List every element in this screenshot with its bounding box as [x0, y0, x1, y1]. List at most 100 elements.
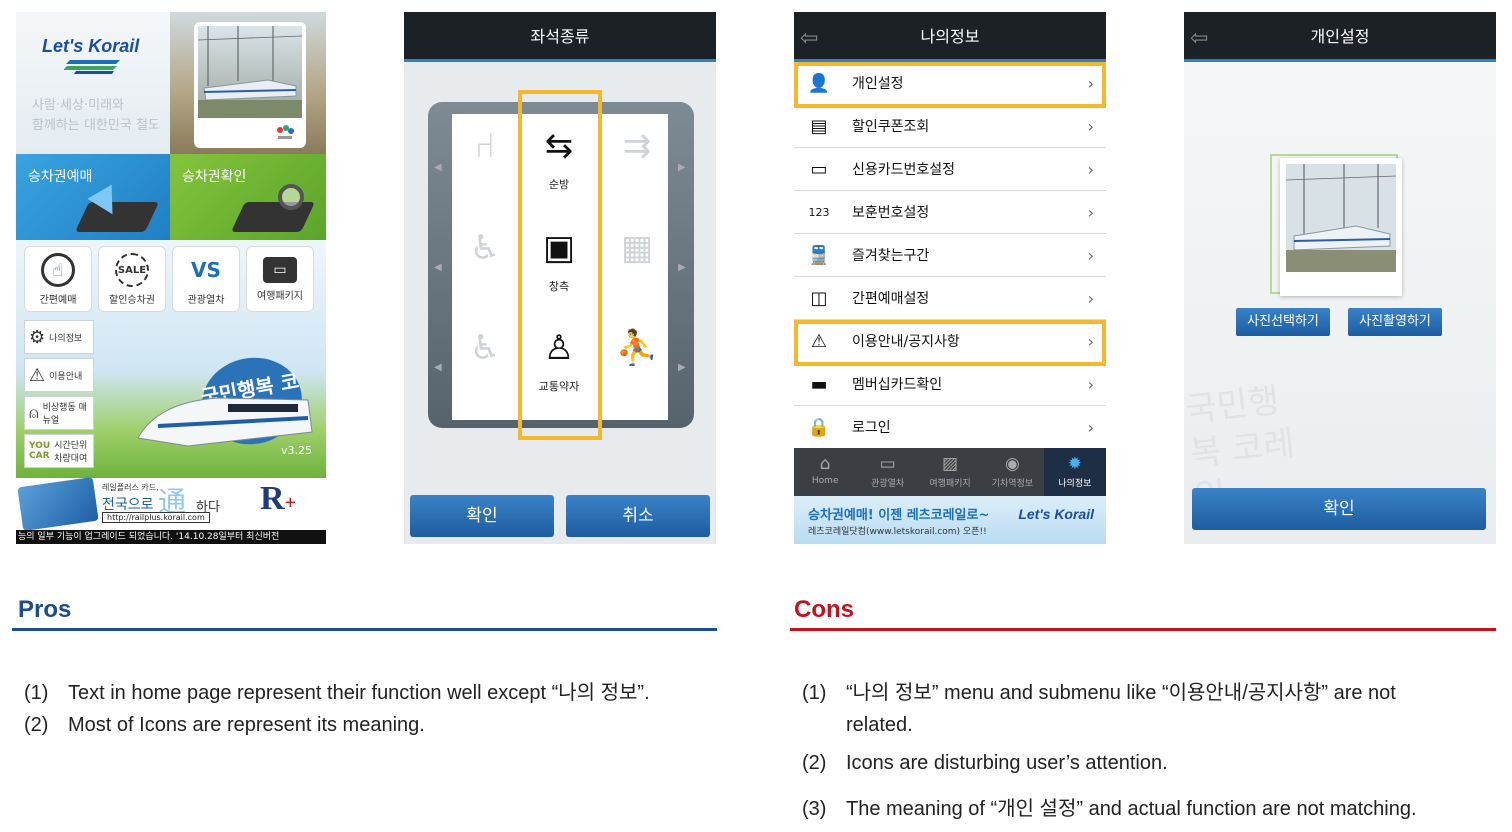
- item-number: (2): [24, 714, 49, 736]
- chevron-right-icon: ›: [1087, 417, 1094, 437]
- chevron-right-icon: ›: [1087, 202, 1094, 222]
- scroll-right-icon[interactable]: ▶: [678, 162, 686, 173]
- travel-package-button[interactable]: ▭ 여행패키지: [246, 246, 314, 312]
- slogan: 사람·세상·미래와 함께하는 대한민국 철도: [32, 96, 160, 136]
- menu-label: 멤버십카드확인: [852, 377, 943, 393]
- chevron-right-icon: ›: [1087, 374, 1094, 394]
- tab-label: Home: [811, 476, 839, 486]
- suitcase-icon: ▭: [263, 257, 297, 283]
- cons-item: (1) “나의 정보” menu and submenu like “이용안내/공…: [802, 676, 1396, 705]
- seat-option-reverse[interactable]: ⇉: [602, 120, 672, 210]
- banner-url: http://railplus.korail.com: [102, 512, 210, 523]
- car-rental-button[interactable]: YOU CAR 시간단위 차량대여: [24, 434, 94, 468]
- scroll-left-icon[interactable]: ◀: [434, 162, 442, 173]
- korail-logo: Let's Korail: [42, 36, 140, 56]
- menu-row-veteran-number[interactable]: 123 보훈번호설정 ›: [794, 191, 1106, 234]
- seat-type-screen: 좌석종류 ◀ ◀ ◀ ▶ ▶ ▶ ⑁ ⇆ 순방 ⇉ ♿ ▣ 창측 ▦ ♿ ♙ 교…: [404, 12, 716, 544]
- ad-logo: Let's Korail: [1018, 506, 1094, 522]
- quick-booking-button[interactable]: ☝ 간편예매: [24, 246, 92, 312]
- seat-option-faded[interactable]: ♿: [450, 222, 520, 312]
- lock-icon: 🔒: [807, 416, 831, 438]
- train-photo-card: [194, 22, 306, 148]
- emergency-manual-label: 비상행동 매뉴얼: [42, 403, 87, 426]
- tab-station-info[interactable]: ◉ 기차역정보: [981, 448, 1043, 496]
- seat-option-faded[interactable]: ⛹: [602, 322, 672, 412]
- my-info-button[interactable]: ⚙ 나의정보: [24, 320, 94, 354]
- gear-icon: ⚙: [29, 326, 46, 348]
- back-arrow-icon[interactable]: ⇦: [1190, 26, 1208, 51]
- item-text: “나의 정보” menu and submenu like “이용안내/공지사항…: [846, 682, 1396, 704]
- gear-icon: ✹: [1067, 454, 1082, 474]
- scroll-right-icon[interactable]: ▶: [678, 262, 686, 273]
- ad-headline: 승차권예매! 이젠 레츠코레일로~: [808, 508, 990, 523]
- chevron-right-icon: ›: [1087, 116, 1094, 136]
- seat-option-faded[interactable]: ▦: [602, 222, 672, 312]
- warning-icon: ⚠: [29, 364, 46, 386]
- scroll-right-icon[interactable]: ▶: [678, 362, 686, 373]
- confirm-button[interactable]: 확인: [410, 495, 554, 537]
- item-number: (2): [802, 752, 827, 774]
- scroll-left-icon[interactable]: ◀: [434, 262, 442, 273]
- quick-icon: ◫: [810, 287, 828, 309]
- item-text: Most of Icons are represent its meaning.: [68, 714, 425, 736]
- emergency-manual-button[interactable]: ⍝ 비상행동 매뉴얼: [24, 396, 94, 430]
- membership-icon: ▬: [810, 373, 828, 395]
- select-photo-button[interactable]: 사진선택하기: [1236, 308, 1330, 336]
- vs-train-icon: VS: [191, 258, 221, 282]
- menu-row-quick-booking[interactable]: ◫ 간편예매설정 ›: [794, 277, 1106, 320]
- pros-title: Pros: [18, 596, 72, 623]
- screen-title: 개인설정: [1184, 12, 1496, 62]
- pros-divider: [12, 628, 717, 631]
- version-label: v3.25: [280, 444, 312, 457]
- pros-item: (1) Text in home page represent their fun…: [24, 676, 650, 705]
- ad-banner[interactable]: 승차권예매! 이젠 레츠코레일로~ 레츠코레일닷컴(www.letskorail…: [794, 496, 1106, 544]
- tour-train-button[interactable]: VS 관광열차: [172, 246, 240, 312]
- seat-icon: ⑁: [474, 126, 496, 166]
- back-arrow-icon[interactable]: ⇦: [800, 26, 818, 51]
- sale-badge-icon: SALE: [115, 253, 149, 287]
- cancel-button[interactable]: 취소: [566, 495, 710, 537]
- home-screen: Let's Korail 사람·세상·미래와 함께하는 대한민국 철도 승차권예…: [16, 12, 326, 544]
- check-ticket-label: 승차권확인: [182, 169, 247, 185]
- item-text: Text in home page represent their functi…: [68, 682, 650, 704]
- chevron-right-icon: ›: [1087, 159, 1094, 179]
- check-ticket-tile[interactable]: 승차권확인: [170, 154, 326, 240]
- menu-row-favorite-route[interactable]: 🚆 즐겨찾는구간 ›: [794, 234, 1106, 277]
- tab-tour-train[interactable]: ▭ 관광열차: [856, 448, 918, 496]
- confirm-button[interactable]: 확인: [1192, 488, 1486, 530]
- tab-my-info[interactable]: ✹ 나의정보: [1043, 448, 1106, 496]
- take-photo-button[interactable]: 사진촬영하기: [1348, 308, 1442, 336]
- profile-photo-card: [1280, 158, 1402, 296]
- discount-ticket-button[interactable]: SALE 할인승차권: [98, 246, 166, 312]
- magnifier-icon: [278, 184, 304, 210]
- travel-package-label: 여행패키지: [257, 291, 303, 302]
- ad-subline: 레츠코레일닷컴(www.letskorail.com) 오픈!!: [808, 527, 987, 537]
- youcar-icon: YOU CAR: [29, 441, 51, 461]
- menu-row-coupon[interactable]: ▤ 할인쿠폰조회 ›: [794, 105, 1106, 148]
- tab-label: 여행패키지: [929, 479, 971, 489]
- menu-row-membership[interactable]: ▬ 멤버십카드확인 ›: [794, 363, 1106, 406]
- tab-travel-package[interactable]: ▨ 여행패키지: [919, 448, 981, 496]
- slogan-line-1: 사람·세상·미래와: [32, 98, 124, 113]
- happy-korea-emblem-icon: [274, 124, 296, 142]
- tab-label: 관광열차: [871, 479, 905, 489]
- railplus-banner[interactable]: 레일플러스 카드, 전국으로 通 하다 http://railplus.kora…: [16, 476, 326, 532]
- train-icon: 🚆: [807, 244, 831, 266]
- menu-row-credit-card[interactable]: ▭ 신용카드번호설정 ›: [794, 148, 1106, 191]
- guide-button[interactable]: ⚠ 이용안내: [24, 358, 94, 392]
- menu-row-login[interactable]: 🔒 로그인 ›: [794, 406, 1106, 449]
- seat-option-faded[interactable]: ♿: [450, 322, 520, 412]
- picture-icon: ▨: [941, 454, 959, 474]
- scroll-left-icon[interactable]: ◀: [434, 362, 442, 373]
- tab-label: 기차역정보: [991, 479, 1034, 489]
- cons-divider: [790, 628, 1496, 631]
- seat-option-faded[interactable]: ⑁: [450, 120, 520, 210]
- home-icon: ⌂: [819, 454, 831, 474]
- tab-home[interactable]: ⌂ Home: [794, 448, 856, 496]
- coupon-icon: ▤: [810, 115, 828, 137]
- item-number: (3): [802, 798, 827, 820]
- item-number: (1): [802, 682, 827, 704]
- book-ticket-tile[interactable]: 승차권예매: [16, 154, 170, 240]
- quick-booking-icon: ☝: [41, 253, 75, 287]
- train-photo: [198, 26, 302, 118]
